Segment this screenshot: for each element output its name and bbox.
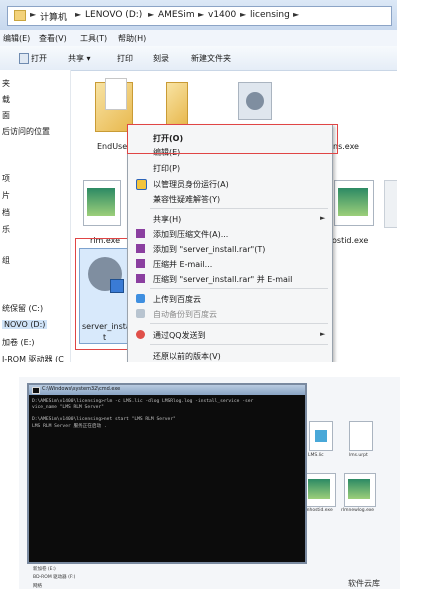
cmd-line: D:\AMESim\v1400\licensing>rlm -c LMS.lic… bbox=[32, 399, 254, 404]
file-label: EndUse bbox=[97, 142, 128, 151]
winrar-icon bbox=[136, 274, 145, 283]
chevron-right-icon: ► bbox=[240, 10, 247, 19]
nav-item-network[interactable]: 网络 bbox=[33, 583, 42, 589]
cmd-icon bbox=[32, 387, 40, 394]
chevron-right-icon: ► bbox=[293, 10, 300, 19]
lic-file-icon[interactable] bbox=[309, 421, 333, 451]
file-label: t bbox=[103, 333, 107, 342]
cmd-screenshot: LMS.lic lms.urpt rlmhostid.exe rlmnewlog… bbox=[19, 377, 400, 589]
open-button[interactable]: 打开 bbox=[31, 53, 47, 64]
menu-bar: 编辑(E) 查看(V) 工具(T) 帮助(H) bbox=[0, 30, 397, 47]
new-folder-button[interactable]: 新建文件夹 bbox=[191, 53, 231, 64]
menu-item-auto-backup[interactable]: 自动备份到百度云 bbox=[153, 309, 217, 320]
breadcrumb-computer[interactable]: 计算机 bbox=[40, 10, 67, 23]
cmd-line: D:\AMESim\v1400\licensing>net start "LMS… bbox=[32, 417, 176, 422]
menu-divider bbox=[150, 323, 328, 324]
folder-icon bbox=[14, 10, 26, 21]
exe-icon[interactable] bbox=[344, 473, 376, 507]
menu-item-run-as-admin[interactable]: 以管理员身份运行(A) bbox=[153, 179, 229, 190]
address-bar: ► 计算机 ► LENOVO (D:) ► AMESim ► v1400 ► l… bbox=[0, 0, 397, 30]
file-thumbnail[interactable] bbox=[384, 180, 397, 228]
cmd-line: LMS RLM Server 服务正在启动 . bbox=[32, 424, 107, 429]
menu-divider bbox=[150, 208, 328, 209]
menu-view[interactable]: 查看(V) bbox=[39, 33, 67, 44]
menu-item-send-qq[interactable]: 通过QQ发送到 bbox=[153, 330, 206, 341]
nav-item-bd-rom[interactable]: I-ROM 驱动器 (C bbox=[2, 354, 64, 362]
menu-tools[interactable]: 工具(T) bbox=[80, 33, 107, 44]
nav-item[interactable]: 夹 bbox=[2, 78, 10, 89]
explorer-screenshot: ► 计算机 ► LENOVO (D:) ► AMESim ► v1400 ► l… bbox=[0, 0, 397, 362]
nav-item[interactable]: 载 bbox=[2, 94, 10, 105]
cmd-titlebar[interactable]: C:\Windows\system32\cmd.exe bbox=[29, 385, 305, 395]
submenu-arrow-icon: ► bbox=[320, 214, 326, 222]
gear-icon[interactable] bbox=[234, 78, 276, 124]
nav-item[interactable]: 后访问的位置 bbox=[2, 126, 50, 137]
winrar-icon bbox=[136, 229, 145, 238]
nav-item[interactable]: 面 bbox=[2, 110, 10, 121]
nav-item[interactable]: 组 bbox=[2, 255, 10, 266]
breadcrumb-amesim[interactable]: AMESim bbox=[158, 10, 195, 20]
watermark: 软件云库 bbox=[348, 579, 380, 588]
breadcrumb-drive-d[interactable]: LENOVO (D:) bbox=[85, 10, 142, 20]
nav-item-drive-e[interactable]: 新加卷 (E:) bbox=[33, 566, 56, 572]
context-menu: 打开(O) 编辑(E) 打印(P) 以管理员身份运行(A) 兼容性疑难解答(Y)… bbox=[127, 124, 333, 362]
menu-help[interactable]: 帮助(H) bbox=[118, 33, 146, 44]
share-button[interactable]: 共享 ▾ bbox=[68, 53, 91, 64]
chevron-right-icon: ► bbox=[75, 10, 82, 19]
menu-edit[interactable]: 编辑(E) bbox=[3, 33, 30, 44]
menu-item-add-archive[interactable]: 添加到压缩文件(A)... bbox=[153, 229, 228, 240]
nav-item-drive-e[interactable]: 加卷 (E:) bbox=[2, 337, 35, 348]
cmd-window[interactable]: C:\Windows\system32\cmd.exe D:\AMESim\v1… bbox=[27, 383, 307, 564]
winrar-icon bbox=[136, 244, 145, 253]
file-label: ostid.exe bbox=[332, 236, 369, 245]
chevron-right-icon: ► bbox=[148, 10, 155, 19]
file-label: server_insta bbox=[82, 322, 131, 331]
menu-item-compat[interactable]: 兼容性疑难解答(Y) bbox=[153, 194, 220, 205]
cloud-upload-icon bbox=[136, 294, 145, 303]
nav-item[interactable]: 档 bbox=[2, 207, 10, 218]
shield-icon bbox=[136, 179, 147, 190]
cmd-line: vice_name "LMS RLM Server" bbox=[32, 405, 104, 410]
burn-button[interactable]: 刻录 bbox=[153, 53, 169, 64]
nav-item-drive-c[interactable]: 统保留 (C:) bbox=[2, 303, 43, 314]
nav-item-drive-d[interactable]: NOVO (D:) bbox=[2, 320, 48, 329]
menu-divider bbox=[150, 344, 328, 345]
breadcrumb-v1400[interactable]: v1400 bbox=[208, 10, 236, 20]
navigation-pane: 夹 载 面 后访问的位置 项 片 档 乐 组 统保留 (C:) NOVO (D:… bbox=[0, 70, 71, 362]
command-bar: 打开 共享 ▾ 打印 刻录 新建文件夹 bbox=[0, 46, 397, 71]
cmd-title: C:\Windows\system32\cmd.exe bbox=[42, 386, 121, 392]
menu-item-restore-versions[interactable]: 还原以前的版本(V) bbox=[153, 351, 221, 362]
menu-item-add-rar[interactable]: 添加到 "server_install.rar"(T) bbox=[153, 244, 265, 255]
nav-item[interactable]: 片 bbox=[2, 190, 10, 201]
file-label: rlmnewlog.exe bbox=[341, 508, 375, 513]
chevron-right-icon: ► bbox=[198, 10, 205, 19]
file-label: LMS.lic bbox=[308, 453, 324, 458]
chevron-right-icon: ► bbox=[30, 10, 37, 19]
menu-divider bbox=[150, 288, 328, 289]
address-field[interactable]: ► 计算机 ► LENOVO (D:) ► AMESim ► v1400 ► l… bbox=[7, 6, 392, 26]
breadcrumb-licensing[interactable]: licensing bbox=[250, 10, 290, 20]
nav-item-bd-rom[interactable]: BD-ROM 驱动器 (F:) bbox=[33, 574, 75, 580]
open-icon bbox=[19, 53, 29, 64]
file-label: lms.urpt bbox=[349, 453, 368, 458]
qq-icon bbox=[136, 330, 145, 339]
winrar-icon bbox=[136, 259, 145, 268]
exe-icon[interactable] bbox=[83, 180, 121, 226]
open-highlight-box bbox=[127, 124, 338, 154]
print-button[interactable]: 打印 bbox=[117, 53, 133, 64]
folder-icon[interactable] bbox=[166, 76, 188, 126]
submenu-arrow-icon: ► bbox=[320, 330, 326, 338]
menu-item-compress-email[interactable]: 压缩并 E-mail... bbox=[153, 259, 212, 270]
menu-item-compress-rar-email[interactable]: 压缩到 "server_install.rar" 并 E-mail bbox=[153, 274, 292, 285]
menu-item-upload-baidu[interactable]: 上传到百度云 bbox=[153, 294, 201, 305]
cloud-backup-icon bbox=[136, 309, 145, 318]
exe-icon[interactable] bbox=[334, 180, 374, 226]
nav-item[interactable]: 乐 bbox=[2, 224, 10, 235]
exe-icon[interactable] bbox=[304, 473, 336, 507]
menu-item-print[interactable]: 打印(P) bbox=[153, 163, 180, 174]
text-file-icon[interactable] bbox=[349, 421, 373, 451]
nav-item[interactable]: 项 bbox=[2, 173, 10, 184]
menu-item-share[interactable]: 共享(H) bbox=[153, 214, 181, 225]
